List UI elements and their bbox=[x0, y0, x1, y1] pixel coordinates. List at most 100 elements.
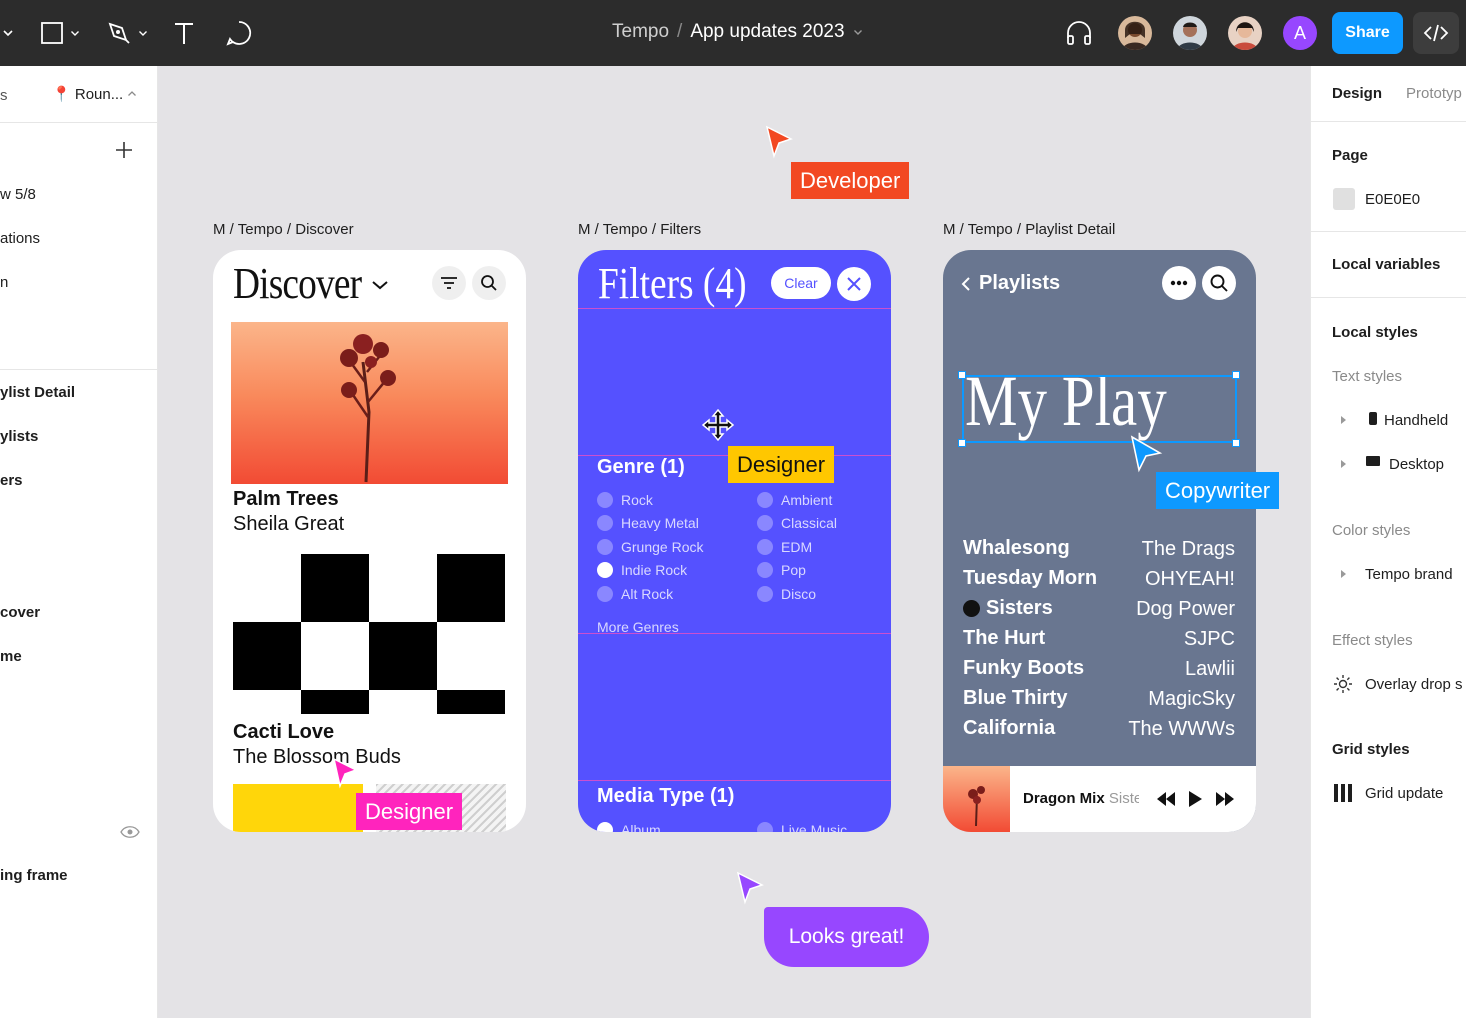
track-artist: SJPC bbox=[1183, 628, 1235, 650]
frame-label-playlist[interactable]: M / Tempo / Playlist Detail bbox=[943, 221, 1115, 238]
local-styles-heading: Local styles bbox=[1332, 324, 1418, 341]
layer-item[interactable]: ers bbox=[0, 472, 23, 489]
album-art-palm-trees[interactable] bbox=[231, 322, 508, 484]
effect-styles-heading: Effect styles bbox=[1332, 632, 1413, 649]
visibility-toggle[interactable] bbox=[120, 825, 140, 844]
sun-icon bbox=[1333, 674, 1353, 699]
discover-title: Discover bbox=[233, 259, 362, 308]
caret-right-icon[interactable] bbox=[1341, 416, 1346, 424]
mini-player: Dragon Mix Sisters bbox=[943, 766, 1256, 832]
layer-item[interactable]: ylist Detail bbox=[0, 384, 75, 401]
page-item[interactable]: ations bbox=[0, 230, 40, 247]
genre-option[interactable]: Grunge Rock bbox=[597, 539, 703, 555]
now-playing-art[interactable] bbox=[943, 766, 1010, 832]
pin-icon: 📍 bbox=[52, 86, 71, 103]
genre-option[interactable]: Rock bbox=[597, 492, 653, 508]
genre-label: Alt Rock bbox=[621, 586, 674, 602]
play-button[interactable] bbox=[1187, 790, 1203, 813]
media-option[interactable]: Album bbox=[597, 822, 661, 832]
tab-design[interactable]: Design bbox=[1332, 85, 1382, 102]
layer-item[interactable]: ing frame bbox=[0, 867, 68, 884]
genre-label: Rock bbox=[621, 492, 653, 508]
local-variables[interactable]: Local variables bbox=[1332, 256, 1440, 273]
comment-tool[interactable] bbox=[225, 18, 253, 48]
track-row-playing[interactable]: Sisters bbox=[963, 597, 1053, 620]
add-page-button[interactable] bbox=[114, 140, 134, 165]
text-style-item[interactable]: Desktop bbox=[1389, 456, 1444, 473]
document-title[interactable]: Tempo / App updates 2023 bbox=[612, 21, 863, 43]
layer-item[interactable]: me bbox=[0, 648, 22, 665]
media-label: Live Music bbox=[781, 822, 848, 832]
layer-item[interactable]: cover bbox=[0, 604, 40, 621]
page-item[interactable]: w 5/8 bbox=[0, 186, 36, 203]
discover-frame[interactable]: Discover Palm Trees Sheila Great Cacti L… bbox=[213, 250, 526, 832]
grid-styles-heading: Grid styles bbox=[1332, 741, 1410, 758]
track-title[interactable]: Tuesday Morn bbox=[963, 567, 1097, 590]
close-button[interactable] bbox=[837, 267, 871, 301]
track-title[interactable]: Blue Thirty bbox=[963, 687, 1067, 710]
genre-option[interactable]: Alt Rock bbox=[597, 586, 673, 602]
chevron-down-icon[interactable] bbox=[371, 278, 389, 296]
search-button[interactable] bbox=[1202, 266, 1236, 300]
album-art-cacti-love[interactable] bbox=[233, 554, 506, 714]
caret-right-icon[interactable] bbox=[1341, 460, 1346, 468]
page-item[interactable]: n bbox=[0, 274, 8, 291]
avatar[interactable] bbox=[1173, 16, 1207, 50]
track-title[interactable]: Whalesong bbox=[963, 537, 1070, 560]
search-button[interactable] bbox=[472, 266, 506, 300]
fast-forward-button[interactable] bbox=[1214, 790, 1236, 813]
genre-option[interactable]: Disco bbox=[757, 586, 816, 602]
text-styles-heading: Text styles bbox=[1332, 368, 1403, 385]
page-selector[interactable]: 📍 Roun... bbox=[52, 85, 137, 103]
pen-tool[interactable] bbox=[106, 18, 148, 48]
track-title[interactable]: The Hurt bbox=[963, 627, 1045, 650]
genre-option[interactable]: Ambient bbox=[757, 492, 832, 508]
audio-chat-button[interactable] bbox=[1064, 18, 1094, 48]
genre-option[interactable]: EDM bbox=[757, 539, 812, 555]
comment-bubble[interactable]: Looks great! bbox=[764, 907, 929, 967]
share-button[interactable]: Share bbox=[1332, 12, 1403, 54]
now-playing-text[interactable]: Dragon Mix Sisters bbox=[1023, 790, 1139, 807]
page-color-swatch[interactable] bbox=[1333, 188, 1355, 210]
genre-option[interactable]: Heavy Metal bbox=[597, 515, 699, 531]
frame-label-discover[interactable]: M / Tempo / Discover bbox=[213, 221, 354, 238]
frame-label-filters[interactable]: M / Tempo / Filters bbox=[578, 221, 701, 238]
avatar[interactable]: A bbox=[1283, 16, 1317, 50]
avatar[interactable] bbox=[1118, 16, 1152, 50]
genre-label: Ambient bbox=[781, 492, 833, 508]
genre-label: Heavy Metal bbox=[621, 515, 699, 531]
caret-right-icon[interactable] bbox=[1341, 570, 1346, 578]
resize-handle[interactable] bbox=[1232, 439, 1240, 447]
media-option[interactable]: Live Music bbox=[757, 822, 847, 832]
more-button[interactable] bbox=[1162, 266, 1196, 300]
move-cursor-icon bbox=[701, 408, 735, 447]
color-style-item[interactable]: Tempo brand bbox=[1365, 566, 1453, 583]
back-to-playlists[interactable]: Playlists bbox=[961, 272, 1060, 295]
effect-style-item[interactable]: Overlay drop s bbox=[1365, 676, 1463, 693]
genre-option-selected[interactable]: Indie Rock bbox=[597, 562, 687, 578]
resize-handle[interactable] bbox=[1232, 371, 1240, 379]
genre-option[interactable]: Classical bbox=[757, 515, 837, 531]
dev-mode-button[interactable] bbox=[1413, 12, 1459, 54]
rewind-button[interactable] bbox=[1155, 790, 1177, 813]
frame-tool[interactable] bbox=[40, 18, 80, 48]
resize-handle[interactable] bbox=[958, 371, 966, 379]
tab-prototype[interactable]: Prototyp bbox=[1406, 85, 1462, 102]
main-menu-chevron[interactable] bbox=[2, 18, 14, 48]
pen-icon bbox=[108, 22, 130, 44]
grid-style-item[interactable]: Grid update bbox=[1365, 785, 1443, 802]
filter-button[interactable] bbox=[432, 266, 466, 300]
avatar[interactable] bbox=[1228, 16, 1262, 50]
track-title[interactable]: California bbox=[963, 717, 1055, 740]
page-color-value[interactable]: E0E0E0 bbox=[1365, 191, 1420, 208]
resize-handle[interactable] bbox=[958, 439, 966, 447]
text-style-item[interactable]: Handheld bbox=[1384, 412, 1448, 429]
pages-tab-fragment[interactable]: s bbox=[0, 87, 8, 104]
layer-item[interactable]: ylists bbox=[0, 428, 38, 445]
playlist-frame[interactable]: Playlists My Play Whalesong The Drags Tu… bbox=[943, 250, 1256, 832]
clear-button[interactable]: Clear bbox=[771, 267, 831, 299]
track-title[interactable]: Funky Boots bbox=[963, 657, 1084, 680]
text-tool[interactable] bbox=[172, 18, 196, 48]
genre-option[interactable]: Pop bbox=[757, 562, 806, 578]
filters-frame[interactable]: Filters (4) Clear Genre (1) Rock Heavy M… bbox=[578, 250, 891, 832]
